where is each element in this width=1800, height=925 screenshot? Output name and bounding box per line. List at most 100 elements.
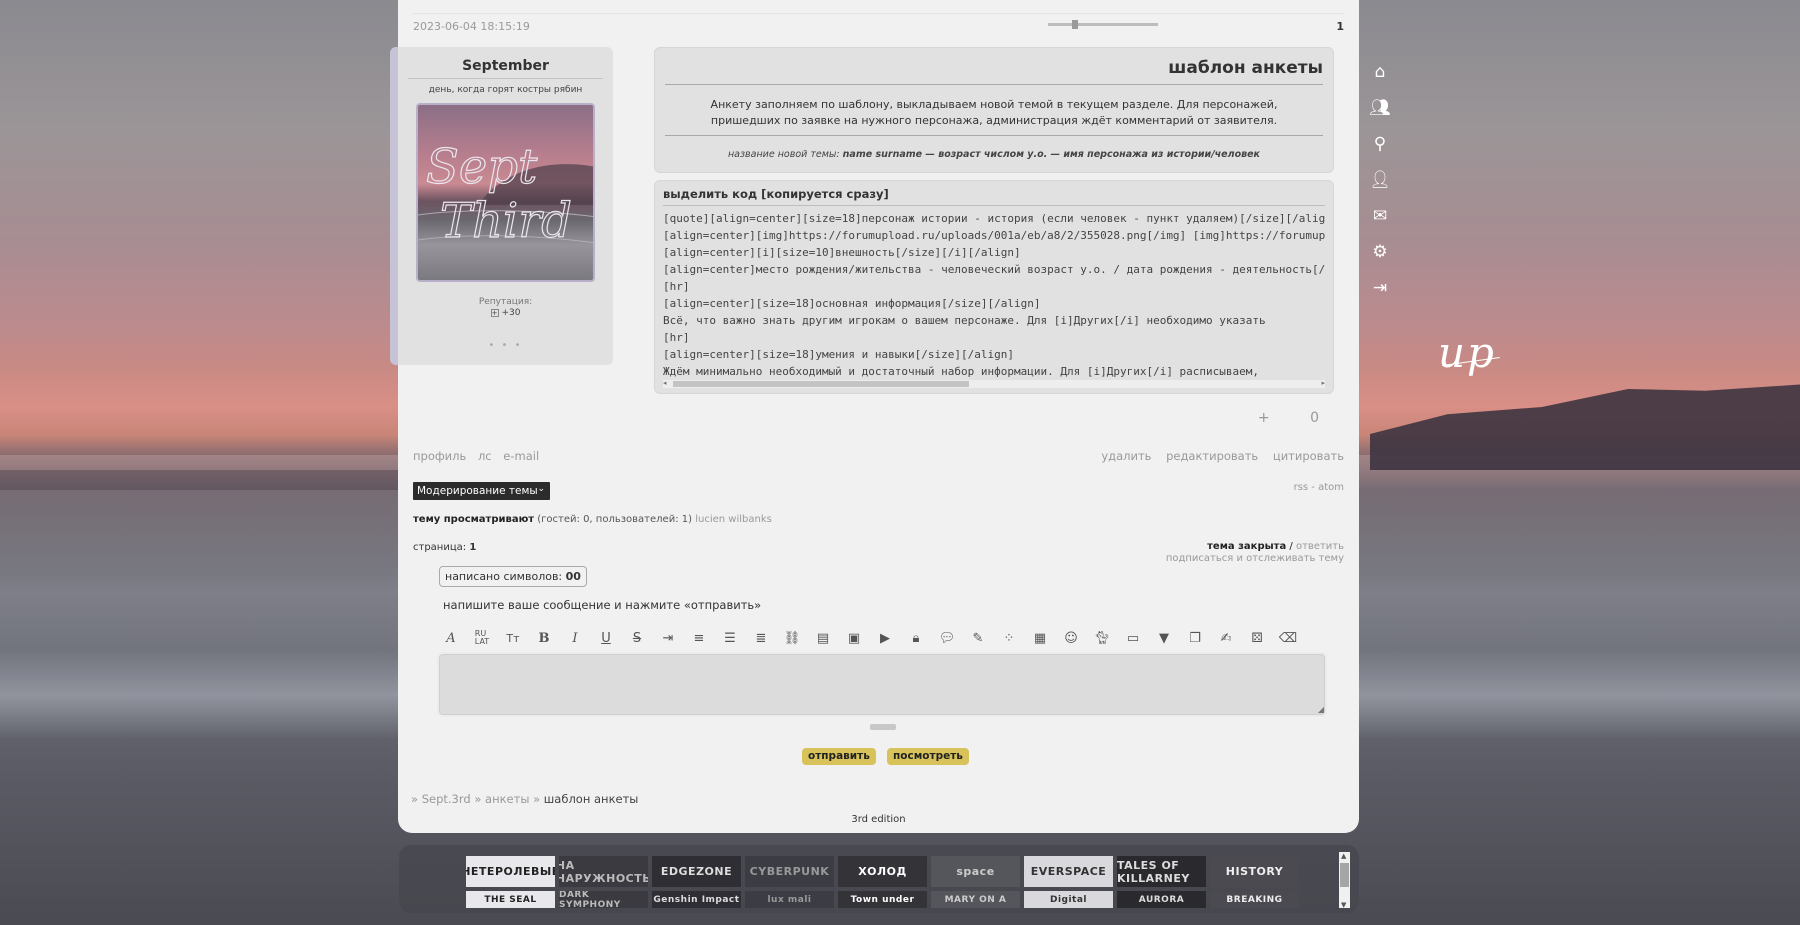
align-left-icon[interactable]: ≡ (689, 628, 709, 648)
users-icon[interactable]: 👥︎ (1369, 90, 1391, 126)
profile-more-toggle[interactable]: • • • (398, 340, 613, 351)
image-icon[interactable]: ▭ (1123, 628, 1143, 648)
gallery-icon[interactable]: ▣ (844, 628, 864, 648)
partner-banner[interactable]: Genshin Impact (652, 891, 741, 908)
delete-link[interactable]: удалить (1101, 449, 1151, 463)
notes-icon[interactable]: ✍ (1216, 628, 1236, 648)
code-content[interactable]: [quote][align=center][size=18]персонаж и… (663, 210, 1325, 380)
partner-banner[interactable]: AURORA (1117, 891, 1206, 908)
banner-row: THE SEAL DARK SYMPHONY Genshin Impact lux m… (466, 891, 1314, 908)
vote-plus-button[interactable]: + (1258, 410, 1270, 426)
font-icon[interactable]: A (441, 628, 461, 648)
editor-hint: напишите ваше сообщение и нажмите «отпра… (443, 598, 762, 612)
rss-link[interactable]: rss (1294, 482, 1309, 493)
post-actions: удалить редактировать цитировать (1090, 449, 1344, 463)
table-icon[interactable]: ▦ (1030, 628, 1050, 648)
partner-banner[interactable]: EVERSPACE (1024, 856, 1113, 887)
speech-bubble-icon[interactable]: 💬︎ (937, 628, 957, 648)
partner-banner[interactable]: lux mali (745, 891, 834, 908)
dropdown-arrow-icon[interactable]: ▼ (1154, 628, 1174, 648)
link-icon[interactable]: ⛓ (782, 628, 802, 648)
partner-banner[interactable]: BREAKING (1210, 891, 1299, 908)
char-counter: написано символов: 00 (439, 566, 587, 587)
bold-icon[interactable]: B (534, 628, 554, 648)
align-right-icon[interactable]: ≣ (751, 628, 771, 648)
reputation-row: + +30 (398, 308, 613, 318)
text-size-icon[interactable]: Tт (503, 628, 523, 648)
partner-banner[interactable]: CYBERPUNK (745, 856, 834, 887)
translit-icon[interactable]: RU LAT (472, 628, 492, 648)
send-button[interactable]: отправить (802, 748, 876, 765)
clear-icon[interactable]: ⌫ (1278, 628, 1298, 648)
grid-icon[interactable]: ⁘ (999, 628, 1019, 648)
home-icon[interactable]: ⌂ (1369, 54, 1391, 90)
breadcrumb-section[interactable]: анкеты (485, 792, 529, 806)
reputation-label: Репутация: (478, 297, 533, 307)
resize-grip-icon[interactable]: ◢ (1318, 705, 1324, 714)
dice-icon[interactable]: ⚄ (1247, 628, 1267, 648)
logout-icon[interactable]: ⇥ (1369, 270, 1391, 306)
scroll-up-arrow-icon[interactable]: ▲ (1341, 852, 1346, 860)
partner-banner[interactable]: Digital (1024, 891, 1113, 908)
pagination-current: 1 (469, 542, 477, 553)
code-horizontal-scrollbar[interactable]: ◂ ▸ (663, 379, 1325, 388)
message-textarea[interactable]: ◢ (437, 652, 1327, 717)
background-hill (1370, 384, 1800, 470)
reply-link[interactable]: ответить (1296, 541, 1344, 552)
preview-button[interactable]: посмотреть (887, 748, 969, 765)
partner-banner[interactable]: ХОЛОД (838, 856, 927, 887)
partner-banner[interactable]: DARK SYMPHONY (559, 891, 648, 908)
lock-icon[interactable]: 🔒︎ (906, 628, 926, 648)
italic-icon[interactable]: I (565, 628, 585, 648)
subscribe-link[interactable]: подписаться и отслеживать тему (1166, 553, 1344, 565)
underline-icon[interactable]: U (596, 628, 616, 648)
search-icon[interactable]: ⚲ (1369, 126, 1391, 162)
viewer-user-link[interactable]: lucien wilbanks (695, 514, 772, 525)
partner-banner[interactable]: EDGEZONE (652, 856, 741, 887)
scroll-right-icon[interactable]: ▸ (1321, 379, 1325, 387)
partner-banner[interactable]: HISTORY (1210, 856, 1299, 887)
profile-link[interactable]: профиль (413, 449, 466, 463)
scrollbar-thumb[interactable] (673, 381, 969, 387)
cat-icon[interactable]: 🐈︎ (1092, 628, 1112, 648)
quote-link[interactable]: цитировать (1273, 449, 1344, 463)
topic-closed-label: тема закрыта (1207, 541, 1287, 552)
scroll-icon[interactable]: ✎ (968, 628, 988, 648)
partner-banner[interactable]: НА НАРУЖНОСТЬ (559, 856, 648, 887)
slider-knob[interactable] (1072, 20, 1078, 29)
atom-link[interactable]: atom (1318, 482, 1344, 493)
copy-icon[interactable]: ❐ (1185, 628, 1205, 648)
banner-scroll-thumb[interactable] (1340, 863, 1349, 887)
scroll-left-icon[interactable]: ◂ (663, 379, 667, 387)
partner-banner[interactable]: TALES OF KILLARNEY (1117, 856, 1206, 887)
topic-header-box: шаблон анкеты Анкету заполняем по шаблон… (654, 47, 1334, 173)
pm-link[interactable]: лс (478, 449, 492, 463)
book-icon[interactable]: ▤ (813, 628, 833, 648)
user-icon[interactable]: 👤︎ (1369, 162, 1391, 198)
reputation-plus-icon[interactable]: + (490, 308, 499, 317)
scroll-up-link[interactable]: up (1438, 328, 1500, 377)
breadcrumb-forum[interactable]: Sept.3rd (422, 792, 471, 806)
banner-vertical-scrollbar[interactable]: ▲ ▼ (1339, 852, 1350, 909)
envelope-icon[interactable]: ✉ (1369, 198, 1391, 234)
indent-icon[interactable]: ⇥ (658, 628, 678, 648)
edit-link[interactable]: редактировать (1166, 449, 1258, 463)
partner-banner[interactable]: Town under (838, 891, 927, 908)
partner-banner[interactable]: space (931, 856, 1020, 887)
partner-banner[interactable]: THE SEAL (466, 891, 555, 908)
code-select-link[interactable]: выделить код [копируется сразу] (663, 187, 1333, 201)
align-center-icon[interactable]: ☰ (720, 628, 740, 648)
gear-icon[interactable]: ⚙ (1369, 234, 1391, 270)
author-name[interactable]: September (398, 58, 613, 74)
video-icon[interactable]: ▶ (875, 628, 895, 648)
email-link[interactable]: e-mail (503, 449, 539, 463)
moderation-select[interactable]: Модерирование темы ⌄ (413, 482, 550, 500)
textarea-resize-handle[interactable] (870, 724, 896, 730)
post-font-slider[interactable] (1048, 20, 1158, 29)
scroll-down-arrow-icon[interactable]: ▼ (1341, 901, 1346, 909)
post-number[interactable]: 1 (1336, 20, 1344, 33)
strikethrough-icon[interactable]: S (627, 628, 647, 648)
partner-banner[interactable]: НЕТЕРОЛЕВЫЕ (466, 856, 555, 887)
partner-banner[interactable]: MARY ON A (931, 891, 1020, 908)
smile-icon[interactable]: ☺ (1061, 628, 1081, 648)
